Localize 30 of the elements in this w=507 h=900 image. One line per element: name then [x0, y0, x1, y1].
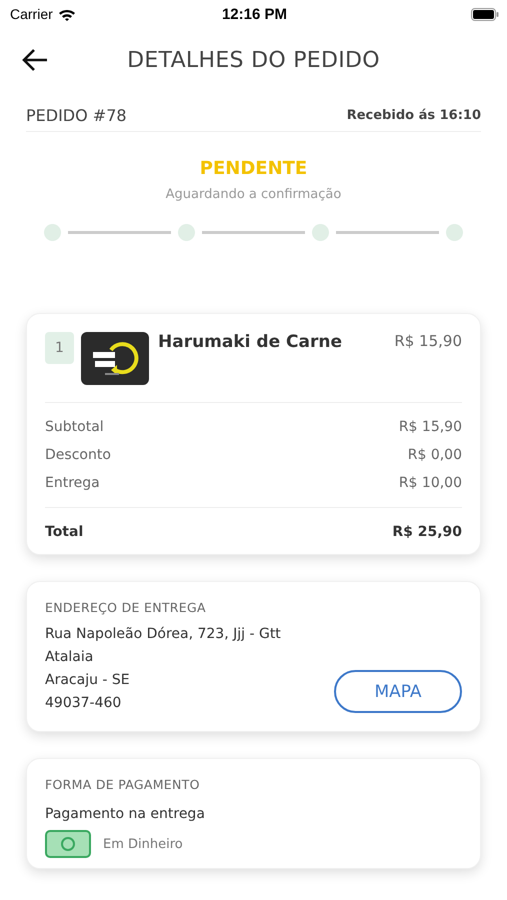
- address-line: Atalaia: [45, 648, 94, 667]
- item-price: R$ 15,90: [394, 332, 462, 350]
- summary-label: Entrega: [45, 475, 100, 491]
- status-description: Aguardando a confirmação: [164, 187, 342, 202]
- page-title: DETALHES DO PEDIDO: [126, 48, 381, 72]
- address-line: Rua Napoleão Dórea, 723, Jjj - Gtt: [45, 625, 281, 644]
- summary-value: R$ 15,90: [398, 419, 462, 435]
- address-line: Aracaju - SE: [45, 671, 131, 690]
- summary-value: R$ 0,00: [408, 447, 462, 463]
- summary-label: Subtotal: [45, 419, 104, 435]
- received-time: Recebido ás 16:10: [346, 108, 481, 123]
- payment-method: Em Dinheiro: [103, 836, 183, 852]
- cash-icon: [45, 830, 91, 858]
- carrier-name: Carrier: [10, 6, 53, 22]
- summary-label: Desconto: [45, 447, 111, 463]
- order-number: PEDIDO #78: [26, 106, 127, 125]
- quantity-badge: 1: [45, 332, 74, 364]
- status-time: 12:16 PM: [222, 6, 288, 22]
- payment-type: Pagamento na entrega: [45, 806, 206, 822]
- total-value: R$ 25,90: [392, 524, 462, 540]
- wifi-icon: [58, 8, 76, 20]
- item-name: Harumaki de Carne: [158, 332, 344, 352]
- map-button[interactable]: MAPA: [334, 670, 462, 713]
- section-heading: FORMA DE PAGAMENTO: [45, 777, 201, 792]
- summary-value: R$ 10,00: [398, 475, 462, 491]
- total-label: Total: [45, 524, 84, 540]
- address-line: 49037-460: [45, 694, 122, 713]
- order-status: PENDENTE: [198, 158, 308, 179]
- section-heading: ENDEREÇO DE ENTREGA: [45, 600, 207, 615]
- battery-icon: [470, 8, 499, 20]
